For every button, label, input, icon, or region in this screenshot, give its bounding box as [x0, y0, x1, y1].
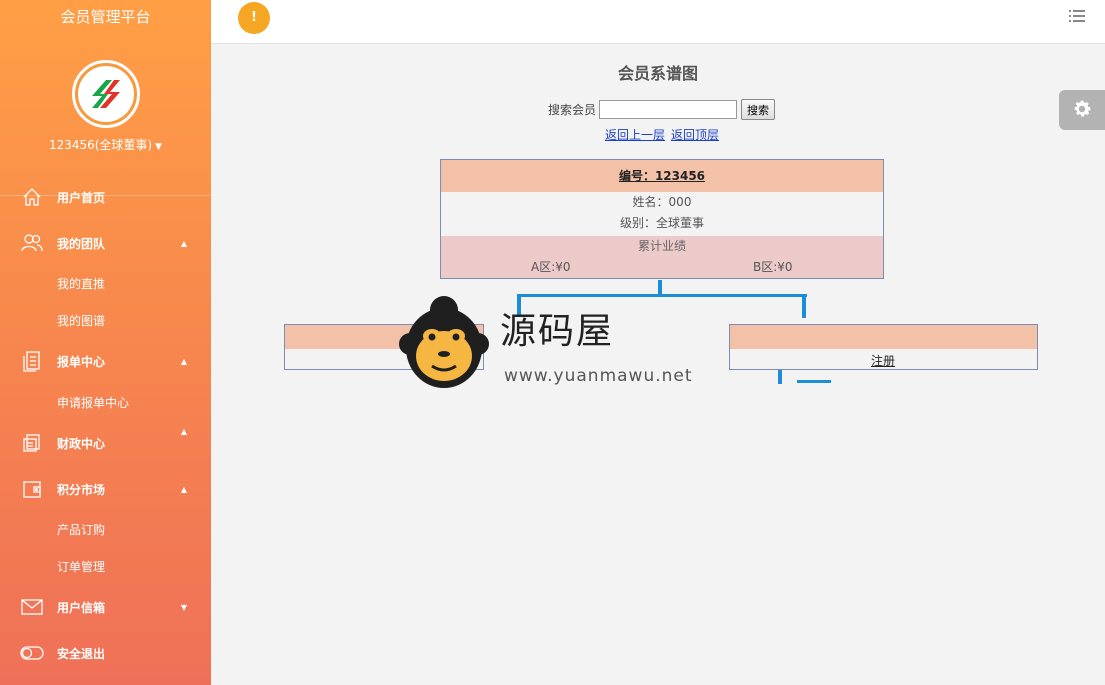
search-label: 搜索会员	[548, 103, 597, 117]
report-icon	[20, 349, 44, 373]
user-profile: 123456(全球董事) ▼	[0, 60, 211, 196]
search-input[interactable]	[599, 100, 738, 119]
member-node-right: 注册	[729, 324, 1038, 370]
page-title: 会员系谱图	[617, 64, 698, 83]
sidebar-subitem-product-order[interactable]: 产品订购	[57, 515, 105, 545]
sidebar: 会员管理平台 123456(全球董事) ▼ 用户首页 我的团队 ▲ 我的直推 我的…	[0, 0, 211, 685]
performance-panel: 累计业绩 A区:¥0 B区:¥0	[441, 236, 883, 278]
finance-icon	[20, 431, 44, 455]
gear-icon	[1071, 98, 1093, 123]
search-row: 搜索会员 搜索	[548, 99, 776, 120]
watermark: 源码屋 www.yuanmawu.net	[398, 292, 718, 392]
sidebar-item-label: 我的团队	[57, 236, 106, 251]
sidebar-item-logout[interactable]: 安全退出	[0, 635, 211, 671]
tree-nav-links: 返回上一层 返回顶层	[605, 126, 725, 143]
caret-up-icon: ▲	[180, 427, 187, 436]
sidebar-subitem-tree[interactable]: 我的图谱	[57, 306, 105, 336]
back-top-link[interactable]: 返回顶层	[671, 128, 719, 142]
sidebar-item-label: 用户信箱	[57, 600, 106, 615]
sidebar-item-label: 积分市场	[57, 482, 106, 497]
caret-down-icon: ▼	[155, 142, 163, 152]
team-icon	[20, 231, 44, 255]
list-menu-icon[interactable]	[1069, 9, 1085, 23]
member-node-root: 编号：123456 姓名：000 级别：全球董事 累计业绩 A区:¥0 B区:¥…	[440, 159, 884, 279]
member-level: 级别：全球董事	[619, 216, 704, 230]
zone-a-value: A区:¥0	[531, 260, 571, 274]
sidebar-item-label: 财政中心	[57, 436, 106, 451]
watermark-name: 源码屋	[500, 311, 615, 352]
sidebar-item-team[interactable]: 我的团队 ▲	[0, 225, 211, 261]
sidebar-item-label: 报单中心	[57, 354, 106, 369]
watermark-url: www.yuanmawu.net	[504, 366, 693, 386]
sidebar-item-label: 安全退出	[57, 646, 106, 661]
child-header	[730, 325, 1037, 349]
user-menu-toggle[interactable]: 123456(全球董事) ▼	[0, 136, 211, 153]
member-name: 姓名：000	[632, 195, 692, 209]
sidebar-subitem-order-manage[interactable]: 订单管理	[57, 552, 105, 582]
caret-up-icon: ▲	[180, 484, 187, 494]
member-id[interactable]: 编号：123456	[441, 160, 883, 192]
brand-title: 会员管理平台	[60, 8, 151, 26]
sidebar-item-market[interactable]: 积分市场 ▲	[0, 471, 211, 507]
wallet-icon	[20, 477, 44, 501]
register-right-link[interactable]: 注册	[871, 352, 895, 369]
top-bar: !	[211, 0, 1105, 44]
settings-toggle[interactable]	[1059, 90, 1105, 130]
zone-b-value: B区:¥0	[753, 260, 793, 274]
mail-icon	[20, 595, 44, 619]
sidebar-item-finance[interactable]: 财政中心 ▲	[0, 425, 211, 461]
avatar[interactable]	[71, 60, 140, 128]
back-up-link[interactable]: 返回上一层	[605, 128, 665, 142]
performance-title: 累计业绩	[637, 239, 686, 253]
sidebar-item-label: 用户首页	[57, 190, 106, 205]
tree-connector	[797, 380, 831, 383]
caret-up-icon: ▲	[180, 238, 187, 248]
caret-down-icon: ▼	[180, 602, 187, 612]
alert-button[interactable]: !	[238, 2, 270, 34]
search-button[interactable]: 搜索	[741, 99, 776, 120]
sidebar-subitem-direct[interactable]: 我的直推	[57, 269, 105, 299]
sidebar-item-report[interactable]: 报单中心 ▲	[0, 343, 211, 379]
sidebar-item-home[interactable]: 用户首页	[0, 179, 211, 215]
sidebar-subitem-apply-report[interactable]: 申请报单中心	[57, 388, 129, 418]
brand-logo-icon	[77, 66, 134, 122]
user-name: 123456(全球董事)	[48, 138, 153, 152]
sidebar-item-mail[interactable]: 用户信箱 ▼	[0, 589, 211, 625]
toggle-icon	[20, 641, 44, 665]
home-icon	[20, 185, 44, 209]
tree-connector	[802, 294, 806, 318]
caret-up-icon: ▲	[180, 356, 187, 366]
